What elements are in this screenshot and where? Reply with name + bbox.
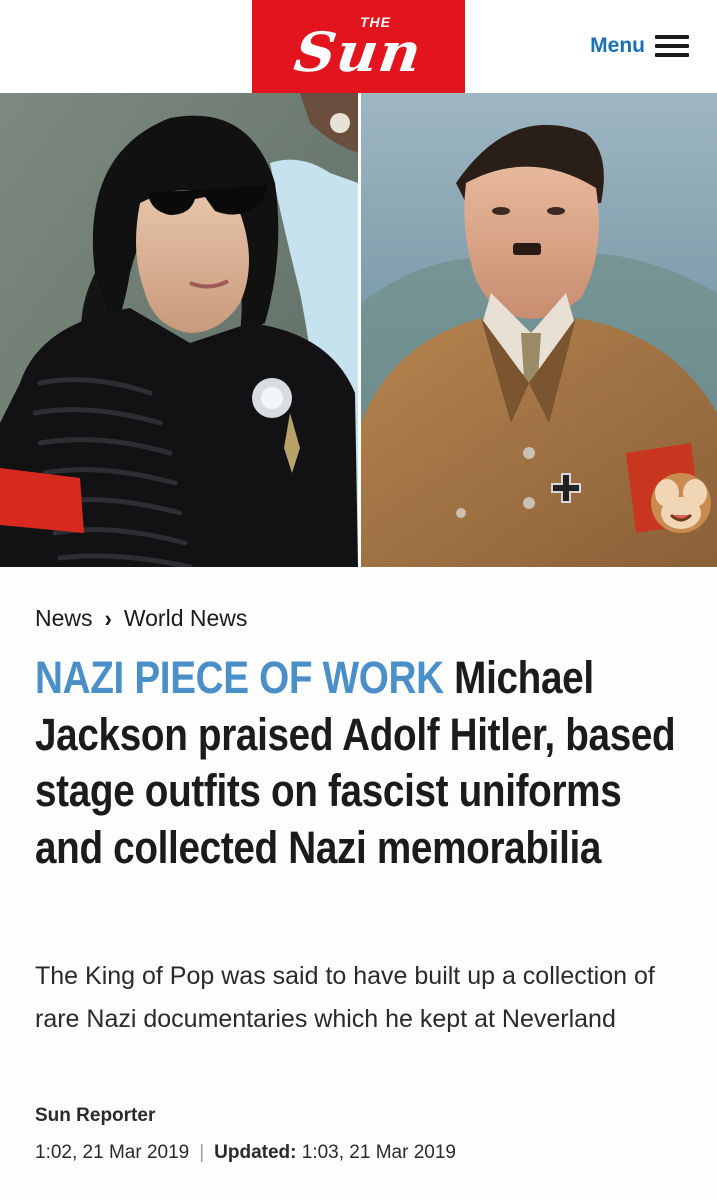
published-time: 1:02, 21 Mar 2019	[35, 1142, 190, 1163]
menu-button[interactable]: Menu	[590, 34, 689, 58]
breadcrumb-news[interactable]: News	[35, 605, 93, 632]
article-headline: NAZI PIECE OF WORK Michael Jackson prais…	[35, 650, 676, 876]
menu-label: Menu	[590, 34, 645, 57]
hamburger-icon	[655, 35, 689, 57]
updated-label: Updated:	[214, 1142, 297, 1163]
hero-image	[0, 93, 717, 567]
the-sun-logo[interactable]: THE Sun	[252, 0, 465, 93]
hero-image-right	[361, 93, 717, 567]
breadcrumb-world-news[interactable]: World News	[124, 605, 248, 632]
article-timestamps: 1:02, 21 Mar 2019 | Updated: 1:03, 21 Ma…	[35, 1142, 456, 1164]
hero-image-left	[0, 93, 358, 567]
logo-sun-text: Sun	[290, 19, 427, 84]
headline-kicker: NAZI PIECE OF WORK	[35, 652, 444, 703]
author-byline[interactable]: Sun Reporter	[35, 1105, 155, 1127]
article-page: THE Sun Menu News › World News NAZI PIEC…	[0, 0, 717, 1200]
breadcrumb: News › World News	[35, 604, 248, 632]
chevron-right-icon: ›	[104, 604, 112, 632]
site-header: THE Sun Menu	[0, 0, 717, 93]
updated-time: 1:03, 21 Mar 2019	[301, 1142, 456, 1163]
timestamp-separator: |	[199, 1142, 205, 1163]
article-standfirst: The King of Pop was said to have built u…	[35, 962, 655, 1033]
